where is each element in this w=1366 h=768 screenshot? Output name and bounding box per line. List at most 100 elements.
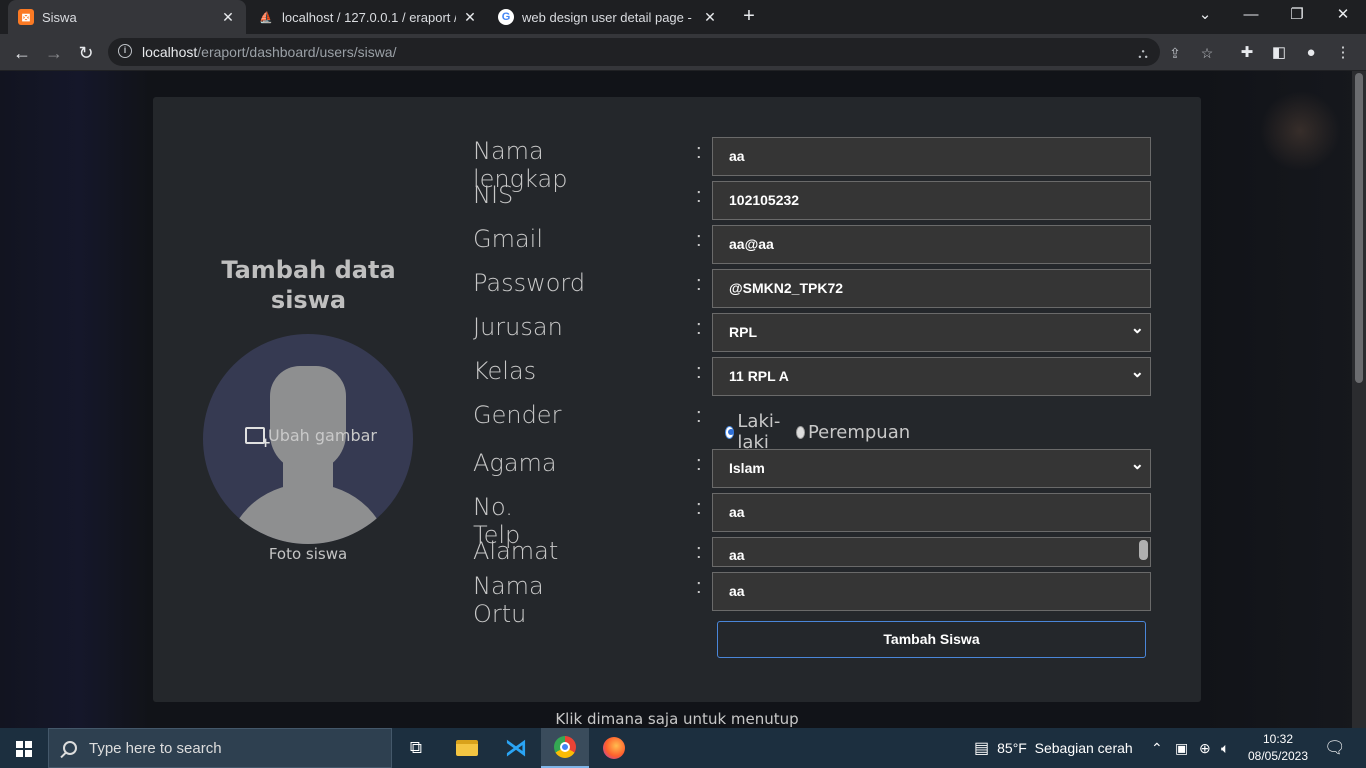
gender-radio-group: Laki-laki Perempuan [725, 411, 910, 453]
meet-icon[interactable]: ▣ [1175, 728, 1188, 768]
full-name-input[interactable]: aa [712, 137, 1151, 176]
colon: : [696, 273, 702, 295]
firefox-icon[interactable] [590, 728, 638, 768]
religion-select[interactable]: Islam [712, 446, 1151, 488]
profile-icon[interactable]: ● [1300, 42, 1322, 64]
restore-button[interactable]: ❐ [1274, 0, 1320, 34]
close-window-button[interactable]: ✕ [1320, 0, 1366, 34]
field-label: Gender [473, 401, 562, 429]
close-tab-icon[interactable]: ✕ [220, 9, 236, 26]
windows-taskbar: Type here to search ⧉ ⋊ ▤ 85°F Sebagian … [0, 728, 1366, 768]
folder-glyph [456, 740, 478, 756]
field-label: Agama [473, 449, 557, 477]
colon: : [696, 185, 702, 207]
url-text: localhost/eraport/dashboard/users/siswa/ [142, 44, 396, 60]
avatar-silhouette-head [270, 366, 346, 472]
url-host: localhost [142, 44, 198, 60]
change-image-label: Ubah gambar [268, 426, 377, 445]
taskbar-search[interactable]: Type here to search [48, 728, 392, 768]
vscode-icon[interactable]: ⋊ [492, 728, 540, 768]
field-label: Alamat [473, 537, 559, 565]
bookmark-star-icon[interactable]: ☆ [1198, 44, 1216, 62]
site-info-icon[interactable]: i [118, 44, 132, 58]
field-label: Password [473, 269, 586, 297]
colon: : [696, 453, 702, 475]
major-select[interactable]: RPL [712, 310, 1151, 352]
address-bar[interactable]: i localhost/eraport/dashboard/users/sisw… [108, 38, 1213, 66]
start-button[interactable] [0, 728, 48, 768]
tab-siswa[interactable]: ⊠ Siswa ✕ [8, 0, 246, 34]
major-select-value: RPL [729, 324, 757, 340]
scrollbar-thumb[interactable] [1355, 73, 1363, 383]
parent-name-input[interactable]: aa [712, 572, 1151, 611]
notifications-icon[interactable]: 🗨︎ [1324, 728, 1346, 768]
chrome-icon[interactable] [541, 728, 589, 768]
windows-logo-pane [25, 741, 32, 748]
field-label: Kelas [473, 357, 537, 385]
password-input[interactable]: @SMKN2_TPK72 [712, 269, 1151, 308]
gender-male-radio[interactable] [725, 425, 735, 439]
task-view-icon[interactable]: ⧉ [392, 728, 440, 768]
avatar[interactable]: Ubah gambar [203, 334, 413, 544]
tab-phpmyadmin[interactable]: ⛵ localhost / 127.0.0.1 / eraport / g ✕ [248, 0, 488, 34]
close-tab-icon[interactable]: ✕ [702, 9, 718, 26]
weather-text: 85°F Sebagian cerah [997, 740, 1133, 756]
url-path: /eraport/dashboard/users/siswa/ [197, 44, 397, 60]
colon: : [696, 497, 702, 519]
show-hidden-icons-icon[interactable]: ⌃ [1151, 728, 1163, 768]
file-explorer-icon[interactable] [443, 728, 491, 768]
reload-icon[interactable]: ↻ [73, 40, 99, 66]
address-textarea[interactable]: aa [712, 537, 1151, 567]
back-icon[interactable]: ← [9, 40, 35, 66]
textarea-scrollbar[interactable] [1139, 540, 1148, 560]
field-label: Gmail [473, 225, 544, 253]
tab-google[interactable]: G web design user detail page - Go ✕ [488, 0, 728, 34]
new-tab-button[interactable]: + [737, 5, 761, 29]
gender-female-label[interactable]: Perempuan [808, 422, 910, 443]
network-icon[interactable]: ⊕ [1199, 728, 1211, 768]
chrome-glyph [554, 736, 576, 758]
volume-icon[interactable]: 🔈︎ [1221, 728, 1229, 768]
share-icon[interactable]: ⇪ [1166, 44, 1184, 62]
add-student-button[interactable]: Tambah Siswa [717, 621, 1146, 658]
page-viewport[interactable]: Tambah data siswa Ubah gambar Foto siswa… [0, 71, 1366, 728]
phone-input[interactable]: aa [712, 493, 1151, 532]
tab-search-icon[interactable]: ⌄ [1182, 0, 1228, 34]
page-scrollbar[interactable] [1352, 71, 1366, 728]
colon: : [696, 405, 702, 427]
menu-icon[interactable]: ⋮ [1332, 42, 1354, 64]
add-image-icon [245, 427, 271, 451]
windows-logo-icon [16, 741, 32, 757]
extensions-icon[interactable]: ✚ [1236, 42, 1258, 64]
close-hint: Klik dimana saja untuk menutup [555, 710, 799, 728]
translate-icon[interactable]: ⛬ [1134, 44, 1152, 62]
field-label: Jurusan [473, 313, 563, 341]
colon: : [696, 541, 702, 563]
xampp-icon: ⊠ [18, 9, 34, 25]
gmail-input[interactable]: aa@aa [712, 225, 1151, 264]
field-label: NIS [473, 181, 514, 209]
class-select[interactable]: 11 RPL A [712, 354, 1151, 396]
forward-icon[interactable]: → [41, 40, 67, 66]
tab-title: localhost / 127.0.0.1 / eraport / g [282, 9, 456, 25]
weather-widget[interactable]: ▤ 85°F Sebagian cerah [974, 728, 1133, 768]
photo-caption: Foto siswa [268, 545, 348, 563]
browser-toolbar: ← → ↻ i localhost/eraport/dashboard/user… [0, 34, 1366, 71]
gender-male-label[interactable]: Laki-laki [737, 411, 787, 453]
nis-input[interactable]: 102105232 [712, 181, 1151, 220]
firefox-glyph [603, 737, 625, 759]
colon: : [696, 576, 702, 598]
google-icon: G [498, 9, 514, 25]
field-label: Nama Ortu [473, 572, 544, 628]
add-student-modal: Tambah data siswa Ubah gambar Foto siswa… [153, 97, 1201, 702]
change-image-button[interactable]: Ubah gambar [245, 426, 377, 451]
minimize-button[interactable]: — [1228, 0, 1274, 34]
windows-logo-pane [16, 750, 23, 757]
close-tab-icon[interactable]: ✕ [462, 9, 478, 26]
gender-female-radio[interactable] [795, 425, 805, 439]
search-placeholder: Type here to search [89, 739, 222, 757]
side-panel-icon[interactable]: ◧ [1268, 42, 1290, 64]
clock[interactable]: 10:32 08/05/2023 [1240, 731, 1316, 765]
tab-title: web design user detail page - Go [522, 9, 696, 25]
vscode-glyph: ⋊ [505, 735, 527, 760]
